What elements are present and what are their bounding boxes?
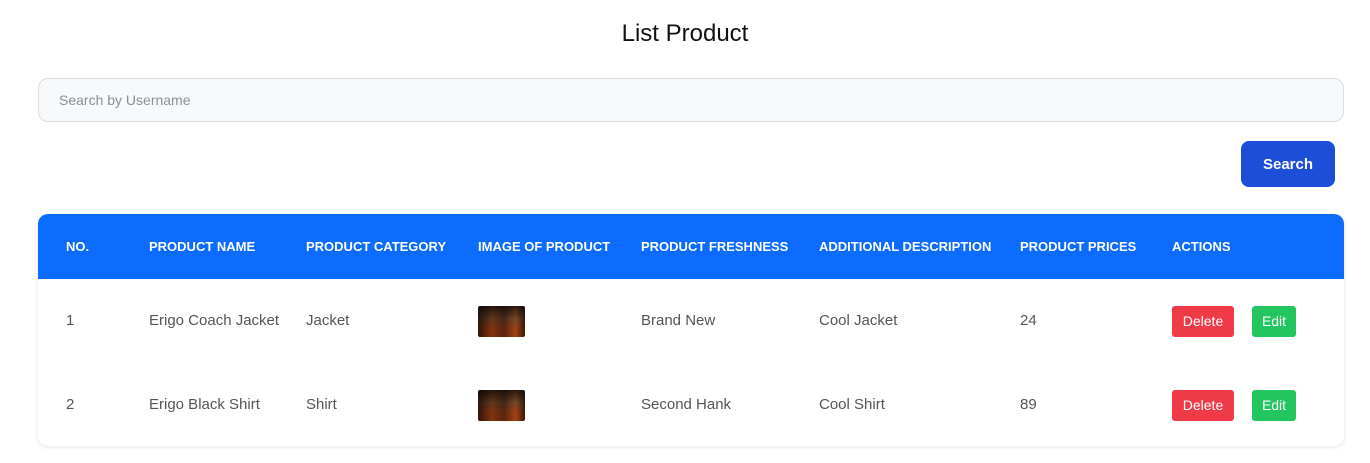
edit-button[interactable]: Edit <box>1252 305 1296 337</box>
product-image-cell <box>478 279 641 363</box>
header-actions: ACTIONS <box>1172 239 1231 254</box>
delete-button[interactable]: Delete <box>1172 305 1234 337</box>
product-thumbnail-icon <box>478 305 525 337</box>
product-price: 89 <box>1020 396 1037 413</box>
product-description: Cool Jacket <box>819 312 898 329</box>
header-no: NO. <box>66 239 90 254</box>
table-header: NO. PRODUCT NAME PRODUCT CATEGORY IMAGE … <box>38 214 1344 279</box>
header-additional-description: ADDITIONAL DESCRIPTION <box>819 239 992 254</box>
product-category: Jacket <box>306 312 350 329</box>
header-product-name: PRODUCT NAME <box>149 239 256 254</box>
product-thumbnail-icon <box>478 389 525 421</box>
delete-button[interactable]: Delete <box>1172 389 1234 421</box>
search-input[interactable] <box>38 78 1344 122</box>
row-actions: Delete Edit <box>1172 363 1344 446</box>
product-description: Cool Shirt <box>819 396 885 413</box>
row-number: 1 <box>66 312 75 329</box>
product-name: Erigo Black Shirt <box>149 396 260 413</box>
edit-button[interactable]: Edit <box>1252 389 1296 421</box>
table-row: 1 Erigo Coach Jacket Jacket Brand New Co… <box>38 279 1344 363</box>
row-number: 2 <box>66 396 75 413</box>
product-name: Erigo Coach Jacket <box>149 312 280 329</box>
header-product-prices: PRODUCT PRICES <box>1020 239 1137 254</box>
header-product-freshness: PRODUCT FRESHNESS <box>641 239 789 254</box>
product-table: NO. PRODUCT NAME PRODUCT CATEGORY IMAGE … <box>38 214 1344 446</box>
product-table-card: NO. PRODUCT NAME PRODUCT CATEGORY IMAGE … <box>38 214 1344 446</box>
row-actions: Delete Edit <box>1172 279 1344 363</box>
table-row: 2 Erigo Black Shirt Shirt Second Hank Co… <box>38 363 1344 446</box>
page-title: List Product <box>621 20 749 47</box>
product-freshness: Second Hank <box>641 396 732 413</box>
product-freshness: Brand New <box>641 312 716 329</box>
product-image-cell <box>478 363 641 446</box>
product-category: Shirt <box>306 396 337 413</box>
search-button[interactable]: Search <box>1241 141 1335 187</box>
header-image-of-product: IMAGE OF PRODUCT <box>478 239 611 254</box>
header-product-category: PRODUCT CATEGORY <box>306 239 447 254</box>
product-price: 24 <box>1020 312 1037 329</box>
